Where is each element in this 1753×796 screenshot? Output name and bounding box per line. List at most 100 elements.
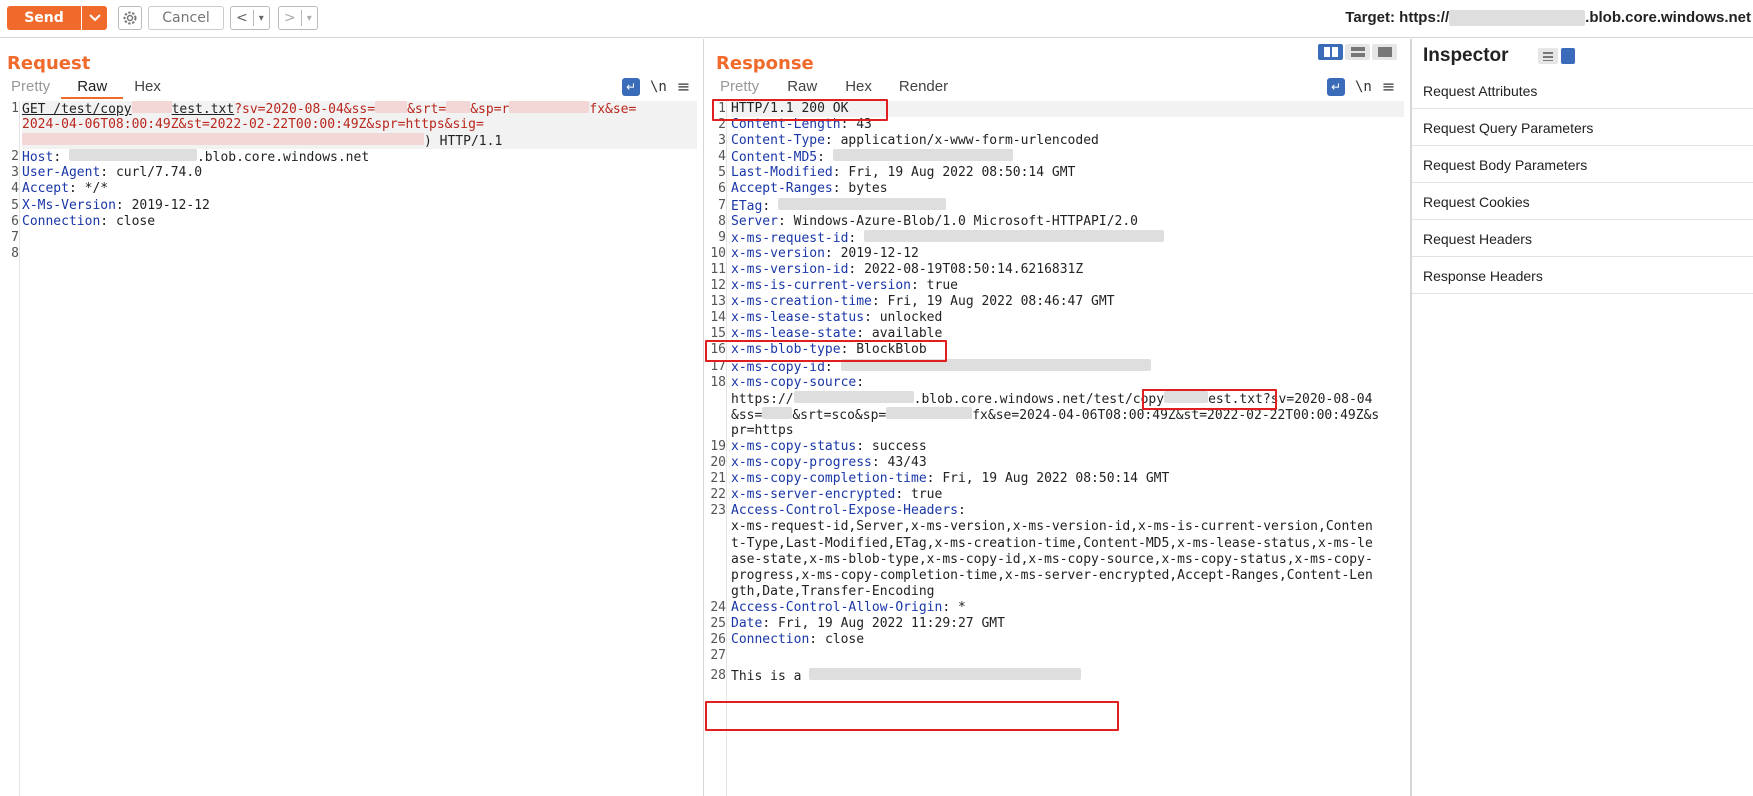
header-name: x-ms-version-id	[731, 261, 849, 277]
line-number: 4	[718, 149, 726, 165]
query-string: ?sv=2020-08-04&ss=	[234, 102, 376, 117]
header-name: Host	[22, 150, 54, 166]
tab-pretty[interactable]: Pretty	[709, 78, 770, 100]
response-header-line: x-ms-copy-progress: 43/43	[731, 455, 927, 471]
header-name: Last-Modified	[731, 165, 833, 181]
inspector-view-controls	[1538, 48, 1575, 64]
tab-hex[interactable]: Hex	[123, 78, 172, 100]
inspector-item-request-query-parameters[interactable]: Request Query Parameters	[1412, 110, 1753, 146]
line-number: 6	[11, 213, 19, 229]
layout-switcher	[1318, 44, 1397, 60]
line-number: 2	[11, 149, 19, 165]
header-value: close	[115, 213, 156, 229]
header-name: Server	[731, 213, 778, 229]
back-history-dropdown[interactable]: ▾	[254, 13, 269, 24]
header-name: Content-Type	[731, 133, 825, 149]
toolbar: Send Cancel < ▾ > ▾ Target: https:// .blob…	[0, 0, 1753, 38]
line-number: 8	[11, 245, 19, 261]
show-newlines-button[interactable]: \n	[1355, 79, 1372, 95]
response-header-line: x-ms-server-encrypted: true	[731, 487, 943, 503]
layout-tabs-button[interactable]	[1372, 44, 1397, 60]
tab-raw[interactable]: Raw	[770, 78, 834, 100]
target-url[interactable]: Target: https:// .blob.core.windows.net	[1345, 9, 1751, 26]
tab-render[interactable]: Render	[883, 78, 964, 100]
redacted-block	[864, 229, 1165, 242]
wrap-lines-icon[interactable]: ↵	[1327, 77, 1345, 96]
response-editor[interactable]: 1 2 3 4 5 6 7 8 9 10 11 12 13 14 15 16 17 18 19 20 21 22 23 24 2…	[705, 99, 1410, 796]
copy-source-text: fx&se=2024-04-06T08:00:49Z&st=2022-02-22…	[972, 407, 1380, 423]
wrap-lines-icon[interactable]: ↵	[622, 77, 640, 96]
line-number: 8	[718, 213, 726, 229]
response-header-line: x-ms-copy-status: success	[731, 438, 927, 454]
redacted-block	[68, 149, 197, 162]
redacted-block	[762, 406, 793, 419]
line-number: 14	[710, 310, 726, 326]
expose-headers-line: x-ms-request-id,Server,x-ms-version,x-ms…	[731, 519, 1404, 535]
header-name: Date	[731, 616, 763, 631]
cancel-button[interactable]: Cancel	[148, 6, 224, 30]
line-number: 23	[710, 503, 726, 519]
header-name: x-ms-server-encrypted	[731, 487, 896, 503]
inspector-panel-button[interactable]	[1561, 48, 1575, 64]
line-number: 28	[710, 668, 726, 684]
inspector-list-button[interactable]	[1538, 48, 1558, 64]
tab-hex[interactable]: Hex	[834, 78, 883, 100]
line-number: 19	[710, 438, 726, 454]
header-value: Windows-Azure-Blob/1.0 Microsoft-HTTPAPI…	[793, 213, 1138, 229]
back-nav[interactable]: < ▾	[230, 6, 270, 30]
header-value: true	[926, 278, 958, 294]
inspector-item-response-headers[interactable]: Response Headers	[1412, 258, 1753, 294]
back-button[interactable]: <	[231, 10, 253, 26]
menu-icon[interactable]: ≡	[677, 77, 690, 96]
send-dropdown-button[interactable]	[81, 6, 107, 30]
line-number	[705, 584, 726, 600]
line-number: 6	[718, 181, 726, 197]
header-name: User-Agent	[22, 165, 101, 181]
highlight-box-copy-source-file	[1142, 389, 1277, 410]
line-number: 11	[710, 261, 726, 277]
forward-nav[interactable]: > ▾	[278, 6, 318, 30]
inspector-item-request-attributes[interactable]: Request Attributes	[1412, 73, 1753, 109]
header-name: Access-Control-Allow-Origin	[731, 599, 943, 615]
single-pane-icon	[1377, 47, 1392, 57]
inspector-item-request-headers[interactable]: Request Headers	[1412, 221, 1753, 257]
request-title: Request	[7, 53, 91, 74]
layout-side-by-side-button[interactable]	[1318, 44, 1343, 60]
response-code: HTTP/1.1 200 OK Content-Length: 43 Conten…	[731, 101, 1404, 684]
line-number: 20	[710, 455, 726, 471]
header-value: bytes	[848, 181, 888, 197]
header-value: .blob.core.windows.net	[196, 150, 370, 166]
request-editor[interactable]: 1 2 3 4 5 6 7 8 GET /test/copy test.txt?s…	[0, 101, 703, 796]
response-header-line: ETag:	[731, 197, 1404, 214]
line-number: 3	[718, 133, 726, 149]
forward-button[interactable]: >	[279, 10, 301, 26]
redacted-block	[22, 133, 424, 146]
request-header-line: Accept: */*	[22, 181, 109, 197]
forward-history-dropdown[interactable]: ▾	[302, 13, 317, 24]
request-header-line: Connection: close	[22, 213, 156, 229]
target-suffix: .blob.core.windows.net	[1585, 9, 1751, 26]
header-value: 43/43	[887, 455, 927, 471]
menu-icon[interactable]: ≡	[1382, 77, 1395, 96]
line-number: 5	[11, 197, 19, 213]
inspector-item-request-body-parameters[interactable]: Request Body Parameters	[1412, 147, 1753, 183]
header-value: Fri, 19 Aug 2022 08:46:47 GMT	[887, 294, 1115, 310]
show-newlines-button[interactable]: \n	[650, 79, 667, 95]
http-version: ) HTTP/1.1	[424, 134, 503, 150]
settings-button[interactable]	[118, 6, 142, 30]
response-header-line: x-ms-copy-source:	[731, 374, 872, 390]
send-button[interactable]: Send	[7, 6, 81, 30]
copy-source-text: ?sv=2020-08-04	[1262, 391, 1373, 407]
query-string: fx&se=	[589, 102, 637, 117]
response-header-line: Access-Control-Allow-Origin: *	[731, 599, 966, 615]
tab-raw[interactable]: Raw	[61, 78, 124, 100]
copy-source-line: &ss= &srt=sco&sp= fx&se=2024-04-06T08:00:4…	[731, 406, 1404, 423]
header-value: 2019-12-12	[840, 245, 919, 261]
query-string: &sp=r	[470, 102, 510, 117]
line-number: 5	[718, 165, 726, 181]
inspector-item-request-cookies[interactable]: Request Cookies	[1412, 184, 1753, 220]
layout-stacked-button[interactable]	[1345, 44, 1370, 60]
redacted-block	[832, 149, 1013, 162]
tab-pretty[interactable]: Pretty	[0, 78, 61, 100]
line-number: 18	[710, 374, 726, 390]
